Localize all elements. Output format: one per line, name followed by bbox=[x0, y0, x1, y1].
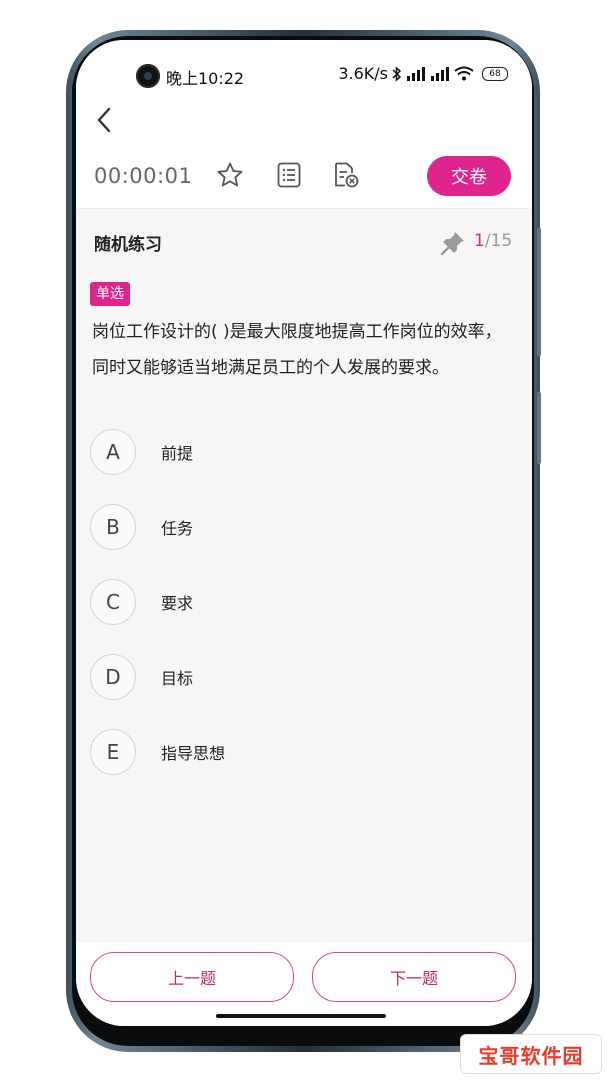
option-letter: B bbox=[90, 504, 136, 550]
progress-current: 1 bbox=[474, 231, 485, 251]
option-a[interactable]: A 前提 bbox=[90, 428, 510, 476]
signal-icon bbox=[407, 66, 425, 81]
front-camera bbox=[136, 64, 160, 88]
bluetooth-icon bbox=[392, 65, 402, 82]
option-text: 前提 bbox=[161, 444, 194, 463]
next-question-button[interactable]: 下一题 bbox=[312, 952, 516, 1002]
back-button[interactable] bbox=[86, 102, 122, 138]
status-time: 晚上10:22 bbox=[166, 69, 245, 88]
option-text: 任务 bbox=[161, 519, 194, 538]
home-indicator[interactable] bbox=[216, 1014, 386, 1018]
watermark-logo: 宝哥软件园 bbox=[460, 1034, 602, 1074]
answer-sheet-button[interactable] bbox=[272, 158, 306, 192]
app-screen: 晚上10:22 3.6K/s 68 00:00:01 交卷 随机练习 1/15 … bbox=[76, 40, 532, 1026]
document-remove-icon bbox=[335, 162, 359, 188]
question-type-badge: 单选 bbox=[90, 282, 130, 306]
remove-question-button[interactable] bbox=[329, 158, 363, 192]
volume-button bbox=[537, 228, 541, 356]
exam-timer: 00:00:01 bbox=[94, 164, 193, 188]
option-letter: D bbox=[90, 654, 136, 700]
signal-icon-2 bbox=[431, 66, 449, 81]
option-text: 指导思想 bbox=[161, 744, 226, 763]
question-progress: 1/15 bbox=[474, 231, 512, 251]
power-button bbox=[537, 392, 541, 464]
question-text: 岗位工作设计的( )是最大限度地提高工作岗位的效率，同时又能够适当地满足员工的个… bbox=[92, 322, 502, 378]
option-letter: A bbox=[90, 429, 136, 475]
chevron-left-icon bbox=[97, 107, 111, 133]
submit-exam-button[interactable]: 交卷 bbox=[427, 156, 511, 196]
prev-question-button[interactable]: 上一题 bbox=[90, 952, 294, 1002]
status-icons: 3.6K/s 68 bbox=[338, 64, 508, 83]
network-speed: 3.6K/s bbox=[338, 64, 388, 83]
list-icon bbox=[277, 162, 301, 188]
favorite-button[interactable] bbox=[213, 158, 247, 192]
pin-icon[interactable] bbox=[440, 230, 466, 256]
star-icon bbox=[217, 162, 243, 187]
option-c[interactable]: C 要求 bbox=[90, 578, 510, 626]
option-letter: E bbox=[90, 729, 136, 775]
option-d[interactable]: D 目标 bbox=[90, 653, 510, 701]
option-b[interactable]: B 任务 bbox=[90, 503, 510, 551]
option-text: 要求 bbox=[161, 594, 194, 613]
option-e[interactable]: E 指导思想 bbox=[90, 728, 510, 776]
option-letter: C bbox=[90, 579, 136, 625]
battery-indicator: 68 bbox=[482, 66, 508, 81]
header: 晚上10:22 3.6K/s 68 00:00:01 交卷 bbox=[76, 40, 532, 209]
wifi-icon bbox=[454, 66, 474, 81]
section-title: 随机练习 bbox=[94, 235, 162, 255]
option-text: 目标 bbox=[161, 669, 194, 688]
progress-total: /15 bbox=[484, 231, 513, 251]
